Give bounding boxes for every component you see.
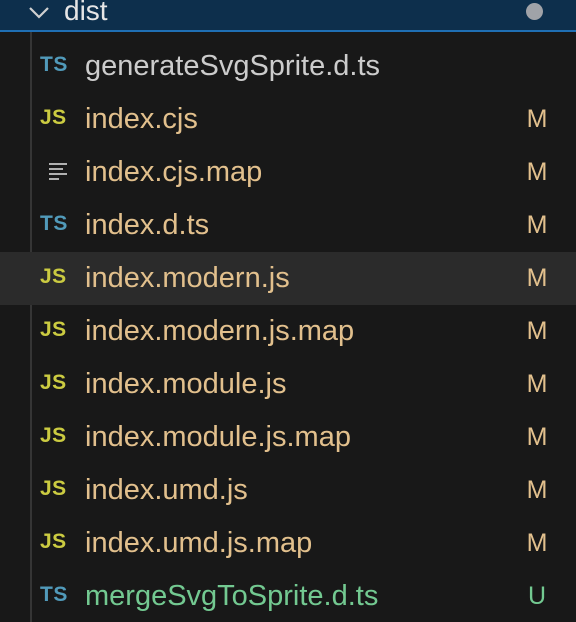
git-status-badge: M [526, 264, 548, 292]
file-row[interactable]: JS index.cjs M [0, 93, 576, 146]
file-name: index.umd.js.map [85, 527, 313, 559]
file-name: mergeSvgToSprite.d.ts [85, 580, 379, 612]
folder-dist[interactable]: dist [0, 0, 576, 32]
git-status-badge: M [526, 211, 548, 239]
javascript-icon: JS [40, 477, 67, 500]
typescript-icon: TS [40, 212, 68, 235]
file-name: index.cjs.map [85, 156, 263, 188]
javascript-icon: JS [40, 106, 67, 129]
javascript-icon: JS [40, 371, 67, 394]
file-row[interactable]: JS index.module.js M [0, 358, 576, 411]
git-status-badge: M [526, 370, 548, 398]
file-list: TS generateSvgSprite.d.ts JS index.cjs M… [0, 40, 576, 622]
file-row[interactable]: JS index.modern.js.map M [0, 305, 576, 358]
file-row[interactable]: TS index.d.ts M [0, 199, 576, 252]
git-status-badge: M [526, 476, 548, 504]
file-row[interactable]: TS generateSvgSprite.d.ts [0, 40, 576, 93]
git-status-badge: M [526, 423, 548, 451]
file-row[interactable]: JS index.module.js.map M [0, 411, 576, 464]
file-row[interactable]: JS index.modern.js M [0, 252, 576, 305]
folder-name: dist [64, 0, 108, 26]
git-status-badge: U [527, 582, 547, 610]
typescript-icon: TS [40, 53, 68, 76]
git-status-badge: M [526, 317, 548, 345]
lines-file-icon [40, 158, 72, 184]
git-status-badge: M [526, 105, 548, 133]
javascript-icon: JS [40, 265, 67, 288]
file-name: index.d.ts [85, 209, 210, 241]
git-status-badge: M [526, 529, 548, 557]
javascript-icon: JS [40, 424, 67, 447]
modified-dot-icon [526, 3, 543, 20]
chevron-down-icon [29, 7, 49, 19]
file-row[interactable]: index.cjs.map M [0, 146, 576, 199]
git-status-badge: M [526, 158, 548, 186]
file-name: generateSvgSprite.d.ts [85, 50, 381, 82]
file-row[interactable]: JS index.umd.js M [0, 464, 576, 517]
file-row[interactable]: JS index.umd.js.map M [0, 517, 576, 570]
file-name: index.modern.js [85, 262, 290, 294]
file-name: index.modern.js.map [85, 315, 355, 347]
file-name: index.module.js [85, 368, 287, 400]
file-name: index.umd.js [85, 474, 248, 506]
javascript-icon: JS [40, 530, 67, 553]
file-row[interactable]: TS mergeSvgToSprite.d.ts U [0, 570, 576, 622]
javascript-icon: JS [40, 318, 67, 341]
file-name: index.module.js.map [85, 421, 351, 453]
file-name: index.cjs [85, 103, 198, 135]
typescript-icon: TS [40, 583, 68, 606]
